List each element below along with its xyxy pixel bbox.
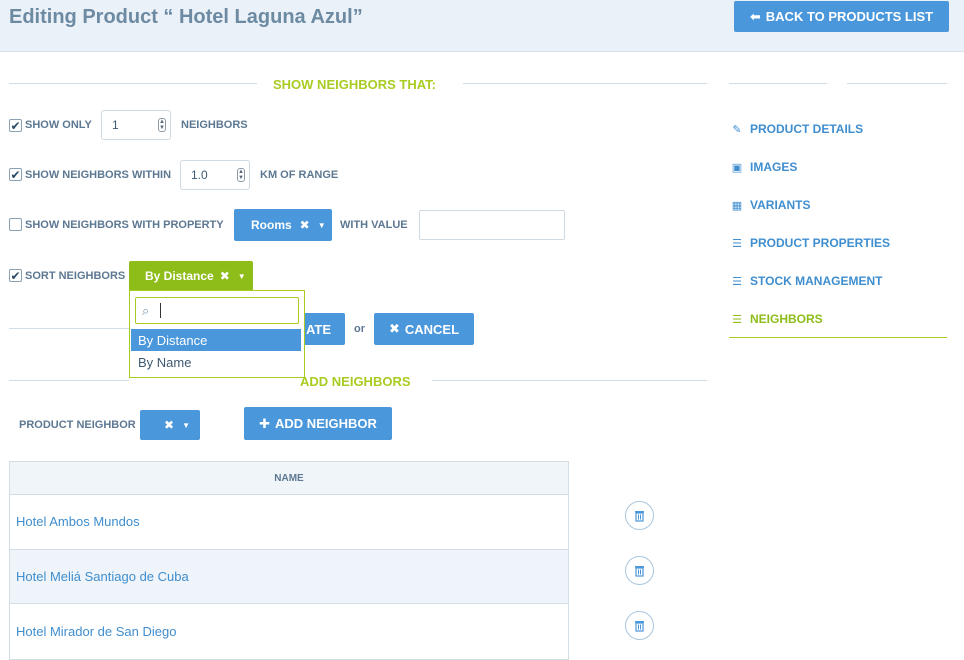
sidebar-item-stock-management[interactable]: ☰ STOCK MANAGEMENT [730,274,882,288]
list-icon: ☰ [732,237,742,250]
close-icon: ✖ [388,321,400,336]
sidebar-item-label: STOCK MANAGEMENT [750,274,883,288]
km-of-range-suffix: KM OF RANGE [260,169,339,181]
sidebar-divider [729,83,827,84]
table-row: Hotel Mirador de San Diego [10,604,568,659]
delete-neighbor-button[interactable] [625,501,654,530]
chevron-down-icon[interactable]: ▼ [318,221,326,230]
dropdown-search-input[interactable]: ⌕ [135,297,299,324]
table-row: Hotel Meliá Santiago de Cuba [10,549,568,604]
section-divider [463,83,707,84]
cancel-button-label: CANCEL [404,321,460,337]
within-range-label: SHOW NEIGHBORS WITHIN [25,169,172,181]
sort-select[interactable]: By Distance ✖ ▼ [129,261,253,291]
sidebar-item-label: PRODUCT DETAILS [750,122,864,136]
trash-icon [635,510,644,522]
active-nav-underline [729,337,947,338]
range-km-input[interactable]: 1.0 ▲ ▼ [180,160,250,190]
show-only-count-input[interactable]: 1 ▲ ▼ [101,110,171,140]
section-divider [9,380,129,381]
edit-icon: ✎ [732,123,742,136]
sidebar-item-label: IMAGES [750,160,798,174]
dropdown-option-by-distance[interactable]: By Distance [131,329,301,351]
clear-icon[interactable]: ✖ [164,418,174,432]
spinner-icon[interactable]: ▲ ▼ [237,168,245,182]
list-icon: ☰ [732,313,742,326]
section-divider [432,380,707,381]
table-row: Hotel Ambos Mundos [10,495,568,550]
sidebar-item-label: PRODUCT PROPERTIES [750,236,891,250]
neighbors-suffix: NEIGHBORS [181,119,248,131]
dropdown-option-by-name[interactable]: By Name [131,351,301,373]
with-value-label: WITH VALUE [340,219,408,231]
product-neighbor-label: PRODUCT NEIGHBOR [19,419,136,431]
sidebar-item-variants[interactable]: ▦ VARIANTS [730,198,811,212]
show-neighbors-title: SHOW NEIGHBORS THAT: [273,77,436,92]
chevron-down-icon[interactable]: ▼ [182,421,190,430]
list-icon: ☰ [732,275,742,288]
chevron-down-icon[interactable]: ▼ [238,272,246,281]
plus-icon: ✚ [259,415,271,431]
sort-dropdown: ⌕ By Distance By Name [129,290,305,378]
property-select-value: Rooms [251,218,292,232]
sort-neighbors-label: SORT NEIGHBORS [25,270,126,282]
back-to-products-button[interactable]: ⬅ BACK TO PRODUCTS LIST [734,1,949,32]
sidebar-item-label: VARIANTS [750,198,811,212]
neighbors-table: NAME Hotel Ambos Mundos Hotel Meliá Sant… [9,461,569,660]
add-neighbors-title: ADD NEIGHBORS [300,374,411,389]
sort-neighbors-checkbox[interactable]: ✔ [9,269,22,282]
clear-icon[interactable]: ✖ [300,218,310,232]
trash-icon [635,565,644,577]
sidebar-divider [847,83,947,84]
table-header-name: NAME [10,462,568,495]
product-neighbor-select[interactable]: ✖ ▼ [140,410,200,440]
with-property-label: SHOW NEIGHBORS WITH PROPERTY [25,219,224,231]
page-header: Editing Product “ Hotel Laguna Azul” ⬅ B… [0,0,964,52]
neighbor-name-link[interactable]: Hotel Ambos Mundos [16,514,140,529]
neighbor-name-link[interactable]: Hotel Meliá Santiago de Cuba [16,569,189,584]
spinner-icon[interactable]: ▲ ▼ [158,118,166,132]
arrow-left-icon: ⬅ [749,8,761,24]
section-divider [9,328,129,329]
neighbor-name-link[interactable]: Hotel Mirador de San Diego [16,624,176,639]
show-only-count-value: 1 [112,118,119,132]
add-neighbor-button[interactable]: ✚ ADD NEIGHBOR [244,407,392,440]
or-text: or [354,323,365,335]
back-to-products-label: BACK TO PRODUCTS LIST [765,9,934,24]
delete-neighbor-button[interactable] [625,611,654,640]
clear-icon[interactable]: ✖ [220,269,230,283]
within-range-checkbox[interactable]: ✔ [9,168,22,181]
text-cursor [160,303,161,318]
with-property-checkbox[interactable] [9,218,22,231]
range-km-value: 1.0 [191,168,208,182]
show-only-label: SHOW ONLY [25,119,92,131]
update-button-label: ATE [305,321,331,337]
delete-neighbor-button[interactable] [625,556,654,585]
sidebar-item-images[interactable]: ▣ IMAGES [730,160,798,174]
search-icon: ⌕ [142,303,150,318]
sort-select-value: By Distance [145,269,214,283]
sidebar-item-label: NEIGHBORS [750,312,823,326]
property-select[interactable]: Rooms ✖ ▼ [234,209,332,241]
sidebar-item-product-properties[interactable]: ☰ PRODUCT PROPERTIES [730,236,890,250]
image-icon: ▣ [731,161,743,174]
grid-icon: ▦ [731,199,743,212]
sidebar-item-neighbors[interactable]: ☰ NEIGHBORS [730,312,823,326]
cancel-button[interactable]: ✖ CANCEL [374,313,474,345]
add-neighbor-label: ADD NEIGHBOR [275,416,377,431]
sidebar-item-product-details[interactable]: ✎ PRODUCT DETAILS [730,122,863,136]
page-title: Editing Product “ Hotel Laguna Azul” [9,6,363,28]
section-divider [9,83,257,84]
property-value-input[interactable] [419,210,565,240]
trash-icon [635,620,644,632]
show-only-checkbox[interactable]: ✔ [9,119,22,132]
